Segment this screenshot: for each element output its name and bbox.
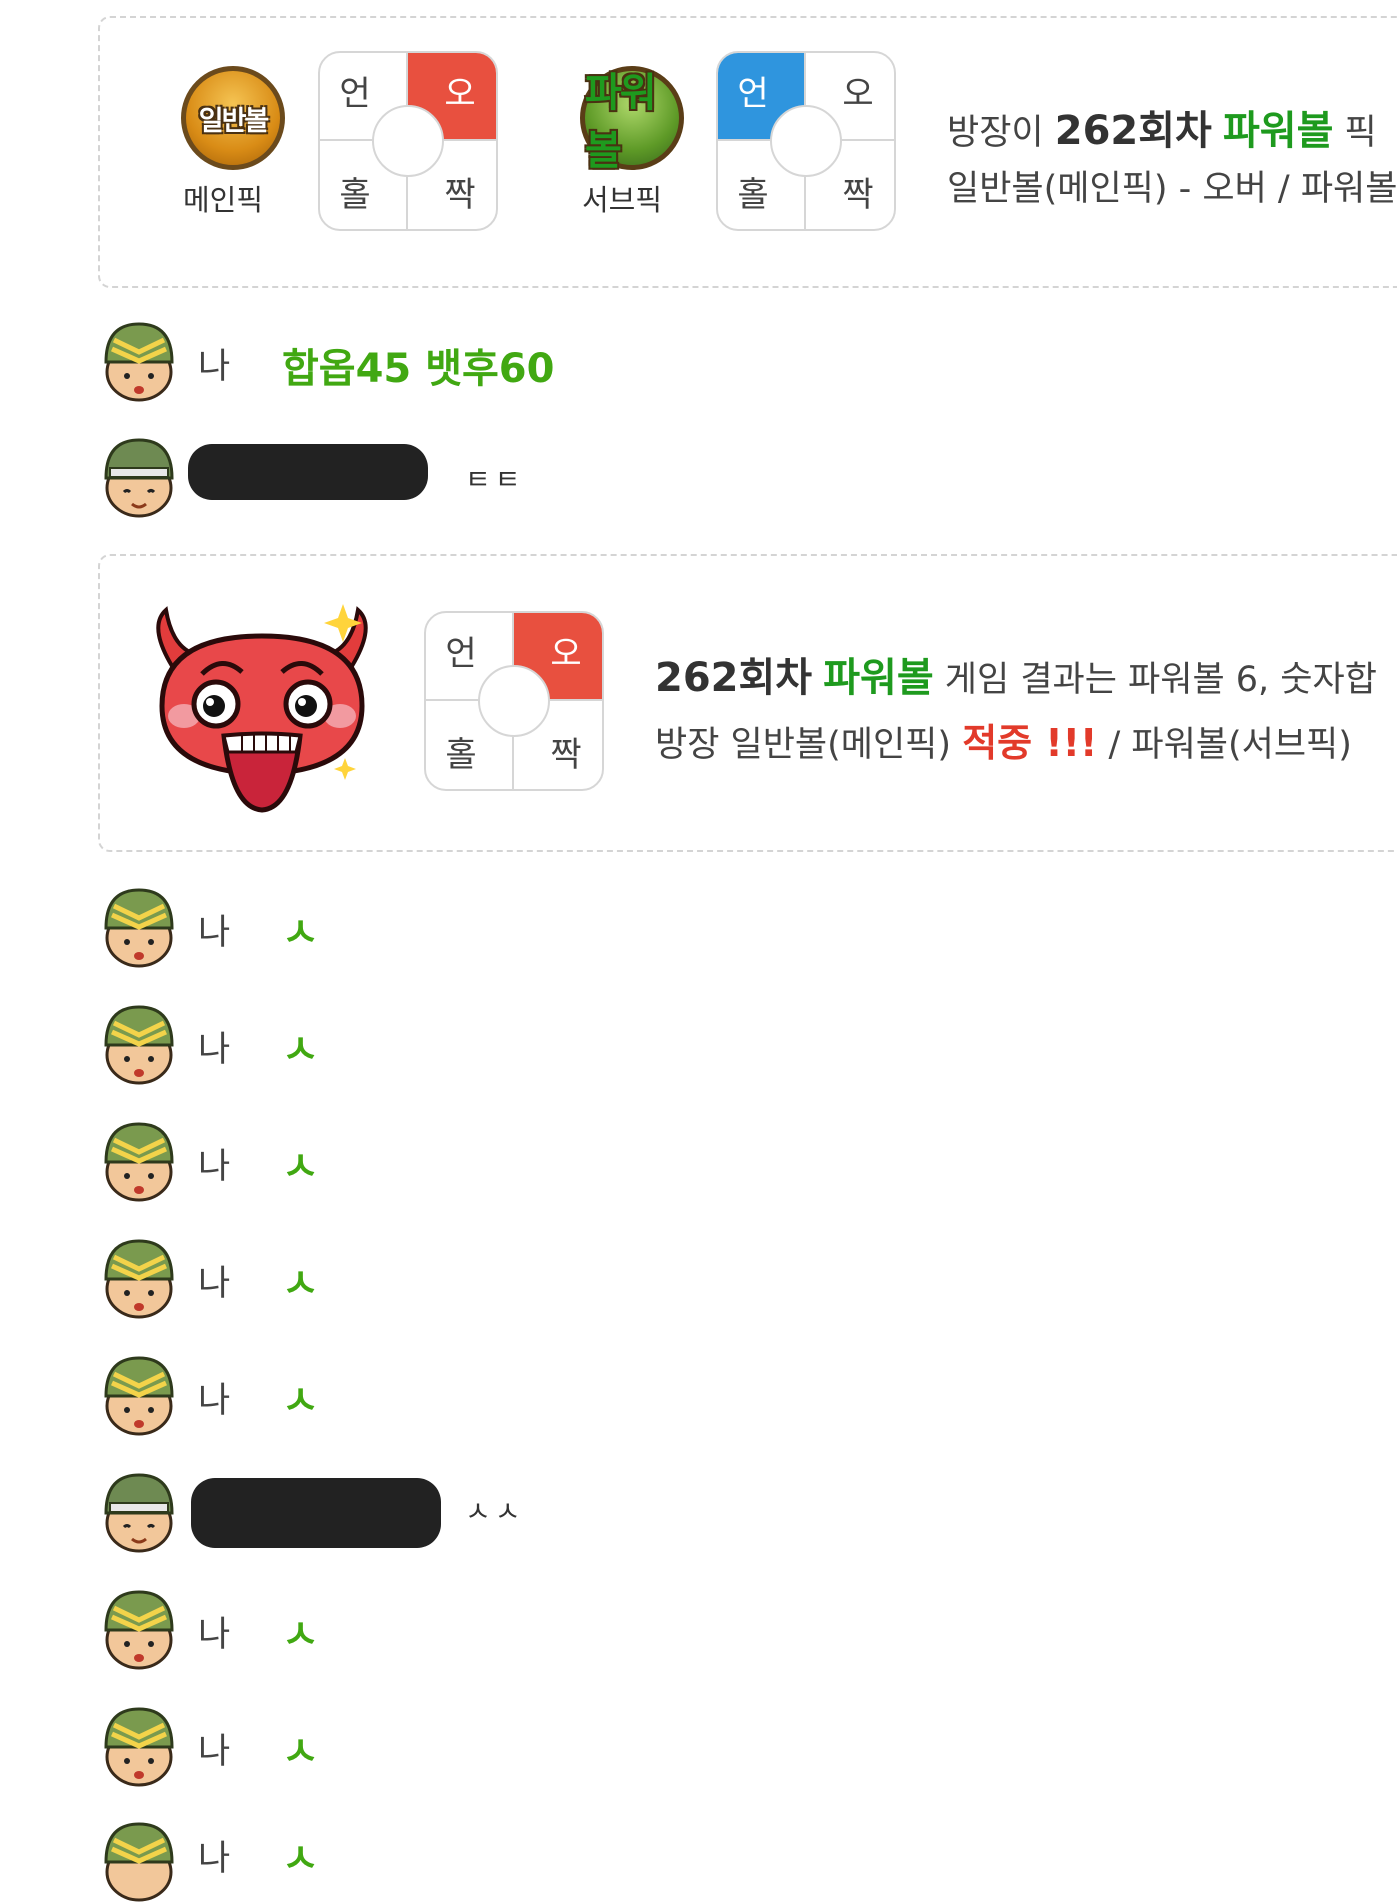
sergeant-helmet-avatar-icon [104, 1590, 174, 1670]
chat-nick: 나 [198, 1381, 231, 1421]
sub-ball-badge: 파워볼 [580, 66, 684, 174]
round-number: 262회차 [1054, 108, 1212, 154]
hit-label: 적중 !!! [962, 721, 1098, 765]
chat-message: ㅅ [282, 1027, 319, 1073]
sergeant-helmet-avatar-icon [104, 1239, 174, 1319]
sub-pick-caption: 서브픽 [582, 183, 663, 217]
chat-message: ㅅㅅ [465, 1495, 525, 1528]
chat-nick: 나 [198, 1147, 231, 1187]
chat-nick: 나 [198, 1615, 231, 1655]
sergeant-helmet-avatar-icon [104, 888, 174, 968]
chat-message: ㅅ [282, 1612, 319, 1658]
sergeant-helmet-avatar-icon [104, 1707, 174, 1787]
round-number: 262회차 [655, 655, 813, 701]
chat-message: ㅅ [282, 1261, 319, 1307]
redacted-nickname [188, 444, 428, 500]
game-name: 파워볼 [823, 655, 934, 701]
grid-center-circle [478, 665, 550, 737]
chat-nick: 나 [198, 347, 231, 387]
chat-nick: 나 [198, 913, 231, 953]
grid-center-circle [770, 105, 842, 177]
result-grid: 언 오 홀 짝 [424, 611, 604, 791]
result-message-line2: 방장 일반볼(메인픽) 적중 !!! / 파워볼(서브픽) [655, 721, 1352, 765]
chat-message: ㅅ [282, 1836, 319, 1882]
sergeant-helmet-avatar-icon [104, 1122, 174, 1202]
sergeant-helmet-avatar-icon [104, 1005, 174, 1085]
main-pick-grid: 언 오 홀 짝 [318, 51, 498, 231]
chat-message: ㅅ [282, 1729, 319, 1775]
sub-ball-label: 파워볼 [585, 70, 657, 174]
game-name: 파워볼 [1222, 108, 1334, 154]
sergeant-helmet-avatar-icon [104, 1822, 174, 1902]
private-helmet-avatar-icon [104, 1473, 174, 1553]
chat-message: 합옵45 뱃후60 [282, 346, 555, 392]
sub-pick-grid: 언 오 홀 짝 [716, 51, 896, 231]
chat-nick: 나 [198, 1030, 231, 1070]
chat-message: ㅅ [282, 1378, 319, 1424]
chat-message: ㅌㅌ [465, 463, 525, 496]
grid-center-circle [372, 105, 444, 177]
main-ball-badge: 일반볼 [181, 66, 285, 170]
chat-message: ㅅ [282, 910, 319, 956]
pick-message-line1: 방장이 262회차 파워볼 픽 [947, 108, 1377, 154]
sergeant-helmet-avatar-icon [104, 1356, 174, 1436]
chat-nick: 나 [198, 1264, 231, 1304]
chat-nick: 나 [198, 1732, 231, 1772]
main-pick-caption: 메인픽 [183, 183, 264, 217]
redacted-nickname [191, 1478, 441, 1548]
private-helmet-avatar-icon [104, 438, 174, 518]
red-devil-emoticon-icon [156, 604, 368, 813]
result-message-line1: 262회차 파워볼 게임 결과는 파워볼 6, 숫자합 [655, 655, 1377, 701]
chat-message: ㅅ [282, 1144, 319, 1190]
chat-nick: 나 [198, 1839, 231, 1879]
main-ball-label: 일반볼 [198, 105, 270, 137]
sergeant-helmet-avatar-icon [104, 322, 174, 402]
pick-message-line2: 일반볼(메인픽) - 오버 / 파워볼 [947, 169, 1397, 209]
